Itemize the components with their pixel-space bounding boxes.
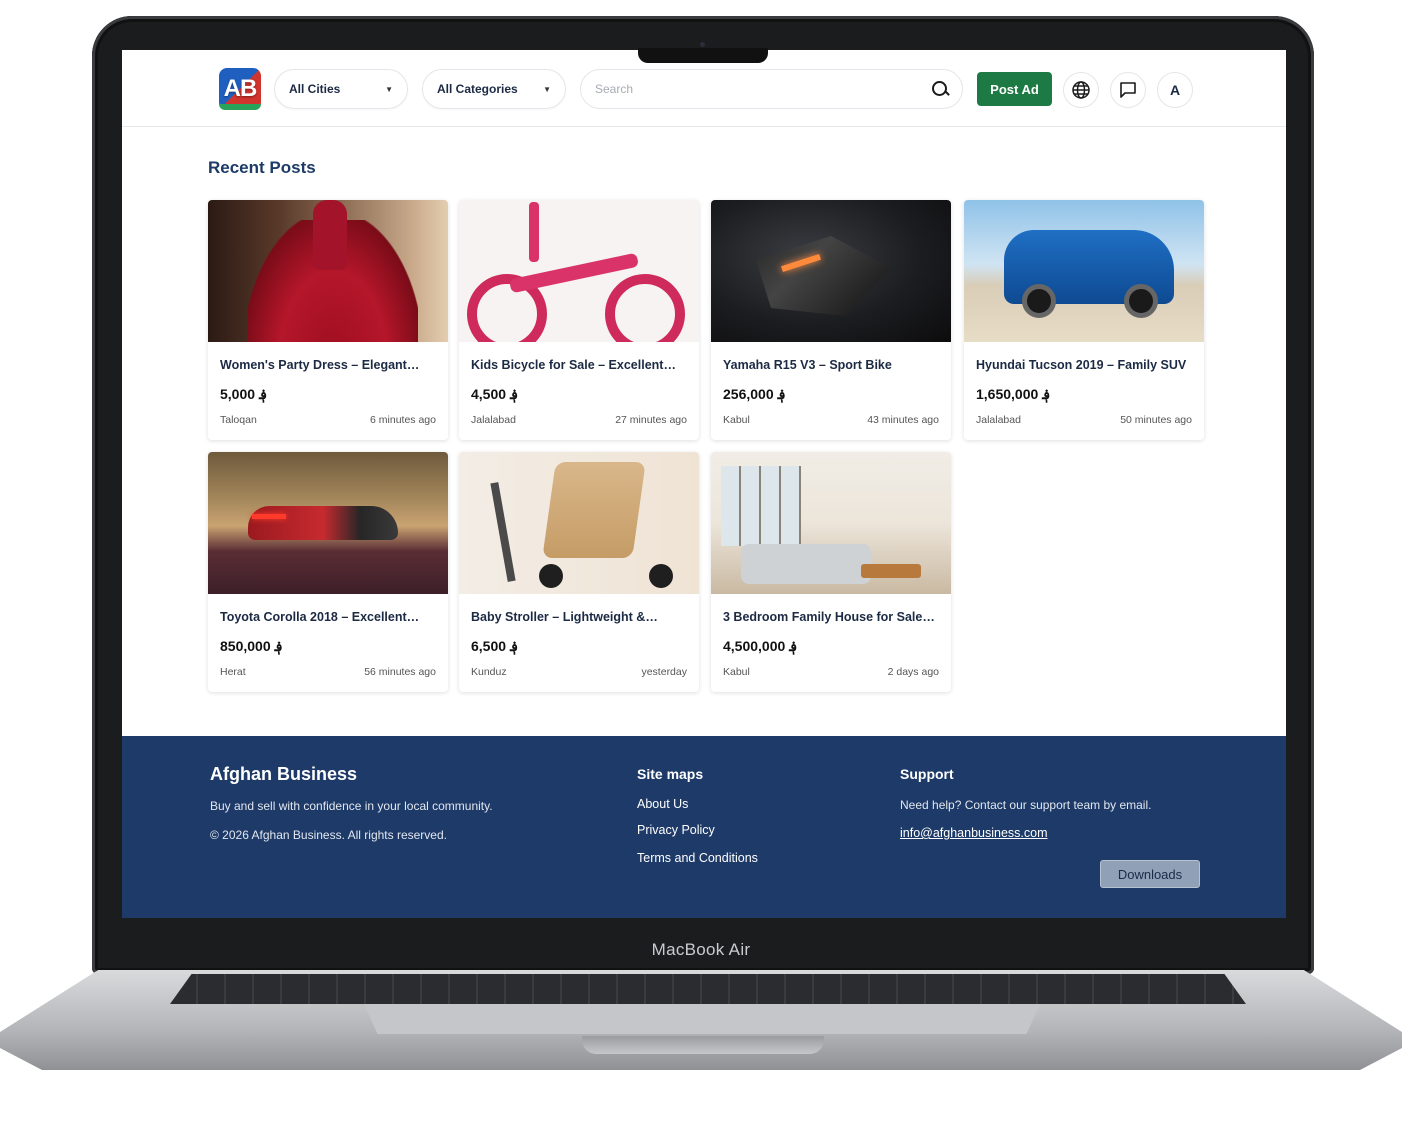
post-title: Women's Party Dress – Elegant… xyxy=(220,358,420,372)
post-card[interactable]: Toyota Corolla 2018 – Excellent… 850,000… xyxy=(208,452,448,692)
trackpad xyxy=(364,1004,1040,1034)
downloads-button[interactable]: Downloads xyxy=(1100,860,1200,888)
post-city: Jalalabad xyxy=(976,414,1021,426)
support-heading: Support xyxy=(900,766,954,782)
post-card[interactable]: Women's Party Dress – Elegant… 5,000 ؋ T… xyxy=(208,200,448,440)
chevron-down-icon: ▼ xyxy=(543,84,551,94)
post-time: 43 minutes ago xyxy=(867,414,939,426)
post-ad-button[interactable]: Post Ad xyxy=(977,72,1052,106)
category-select-value: All Categories xyxy=(437,82,518,96)
post-title: Toyota Corolla 2018 – Excellent… xyxy=(220,610,420,624)
device-label: MacBook Air xyxy=(651,940,751,959)
chevron-down-icon: ▼ xyxy=(385,84,393,94)
laptop-front-notch xyxy=(582,1036,824,1054)
post-price: 4,500 ؋ xyxy=(471,386,519,402)
search-icon[interactable] xyxy=(930,79,950,99)
footer-copyright: © 2026 Afghan Business. All rights reser… xyxy=(210,828,447,842)
search-input[interactable] xyxy=(595,82,930,96)
user-avatar[interactable]: A xyxy=(1157,72,1193,108)
post-title: Hyundai Tucson 2019 – Family SUV xyxy=(976,358,1187,372)
camera-notch xyxy=(638,42,768,63)
section-title: Recent Posts xyxy=(208,158,316,177)
post-image xyxy=(711,200,951,342)
category-select[interactable]: All Categories ▼ xyxy=(422,69,566,109)
sitemaps-heading: Site maps xyxy=(637,766,704,782)
support-email-link[interactable]: info@afghanbusiness.com xyxy=(900,826,1048,840)
post-time: 50 minutes ago xyxy=(1120,414,1192,426)
post-card[interactable]: Yamaha R15 V3 – Sport Bike 256,000 ؋ Kab… xyxy=(711,200,951,440)
screen: AB All Cities ▼ All Categories ▼ Post Ad xyxy=(122,50,1286,918)
about-us-link[interactable]: About Us xyxy=(637,797,688,811)
post-price: 4,500,000 ؋ xyxy=(723,638,798,654)
post-image xyxy=(964,200,1204,342)
post-price: 850,000 ؋ xyxy=(220,638,283,654)
post-card[interactable]: Hyundai Tucson 2019 – Family SUV 1,650,0… xyxy=(964,200,1204,440)
post-price: 6,500 ؋ xyxy=(471,638,519,654)
post-price: 256,000 ؋ xyxy=(723,386,786,402)
post-card[interactable]: Kids Bicycle for Sale – Excellent… 4,500… xyxy=(459,200,699,440)
messages-button[interactable] xyxy=(1110,72,1146,108)
post-price: 5,000 ؋ xyxy=(220,386,268,402)
post-title: Baby Stroller – Lightweight &… xyxy=(471,610,658,624)
post-time: 27 minutes ago xyxy=(615,414,687,426)
post-city: Kabul xyxy=(723,414,750,426)
post-time: 6 minutes ago xyxy=(370,414,436,426)
post-price: 1,650,000 ؋ xyxy=(976,386,1051,402)
city-select-value: All Cities xyxy=(289,82,341,96)
language-button[interactable] xyxy=(1063,72,1099,108)
chat-icon xyxy=(1120,82,1136,98)
site-logo[interactable]: AB xyxy=(219,68,261,110)
post-title: Kids Bicycle for Sale – Excellent… xyxy=(471,358,676,372)
post-image xyxy=(208,452,448,594)
post-city: Kunduz xyxy=(471,666,507,678)
post-title: Yamaha R15 V3 – Sport Bike xyxy=(723,358,892,372)
globe-icon xyxy=(1072,81,1090,99)
post-city: Kabul xyxy=(723,666,750,678)
footer-brand: Afghan Business xyxy=(210,764,358,784)
post-image xyxy=(711,452,951,594)
support-text: Need help? Contact our support team by e… xyxy=(900,798,1152,812)
keyboard xyxy=(170,974,1246,1004)
post-card[interactable]: Baby Stroller – Lightweight &… 6,500 ؋ K… xyxy=(459,452,699,692)
post-time: 56 minutes ago xyxy=(364,666,436,678)
footer-tagline: Buy and sell with confidence in your loc… xyxy=(210,799,493,813)
post-time: yesterday xyxy=(641,666,687,678)
post-image xyxy=(459,452,699,594)
site-footer: Afghan Business Buy and sell with confid… xyxy=(122,736,1286,918)
camera-icon xyxy=(700,42,705,47)
search-bar xyxy=(580,69,963,109)
post-city: Jalalabad xyxy=(471,414,516,426)
post-card[interactable]: 3 Bedroom Family House for Sale… 4,500,0… xyxy=(711,452,951,692)
terms-link[interactable]: Terms and Conditions xyxy=(637,851,758,865)
post-city: Taloqan xyxy=(220,414,257,426)
post-title: 3 Bedroom Family House for Sale… xyxy=(723,610,935,624)
post-image xyxy=(208,200,448,342)
privacy-policy-link[interactable]: Privacy Policy xyxy=(637,823,715,837)
post-time: 2 days ago xyxy=(887,666,939,678)
city-select[interactable]: All Cities ▼ xyxy=(274,69,408,109)
post-city: Herat xyxy=(220,666,246,678)
post-image xyxy=(459,200,699,342)
